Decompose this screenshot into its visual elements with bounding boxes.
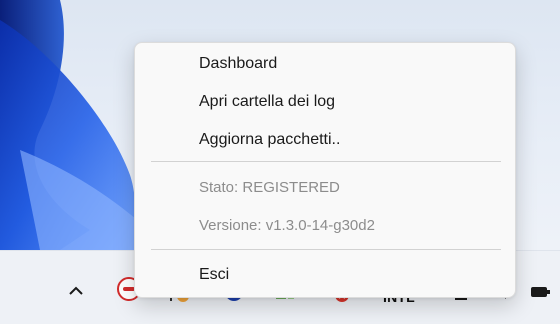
battery-icon <box>531 287 550 297</box>
tray-context-menu: Dashboard Apri cartella dei log Aggiorna… <box>134 42 516 298</box>
menu-separator <box>151 161 501 162</box>
menu-item-version: Versione: v1.3.0-14-g30d2 <box>199 217 375 234</box>
menu-separator <box>151 249 501 250</box>
menu-item-update-packages[interactable]: Aggiorna pacchetti.. <box>199 127 340 153</box>
show-hidden-icons-button[interactable] <box>64 279 88 303</box>
menu-item-status: Stato: REGISTERED <box>199 179 340 196</box>
chevron-up-icon <box>69 286 83 295</box>
battery-tray-icon[interactable] <box>528 281 554 303</box>
menu-item-open-log-folder[interactable]: Apri cartella dei log <box>199 89 335 115</box>
menu-item-exit[interactable]: Esci <box>199 262 229 288</box>
menu-item-dashboard[interactable]: Dashboard <box>199 51 277 77</box>
